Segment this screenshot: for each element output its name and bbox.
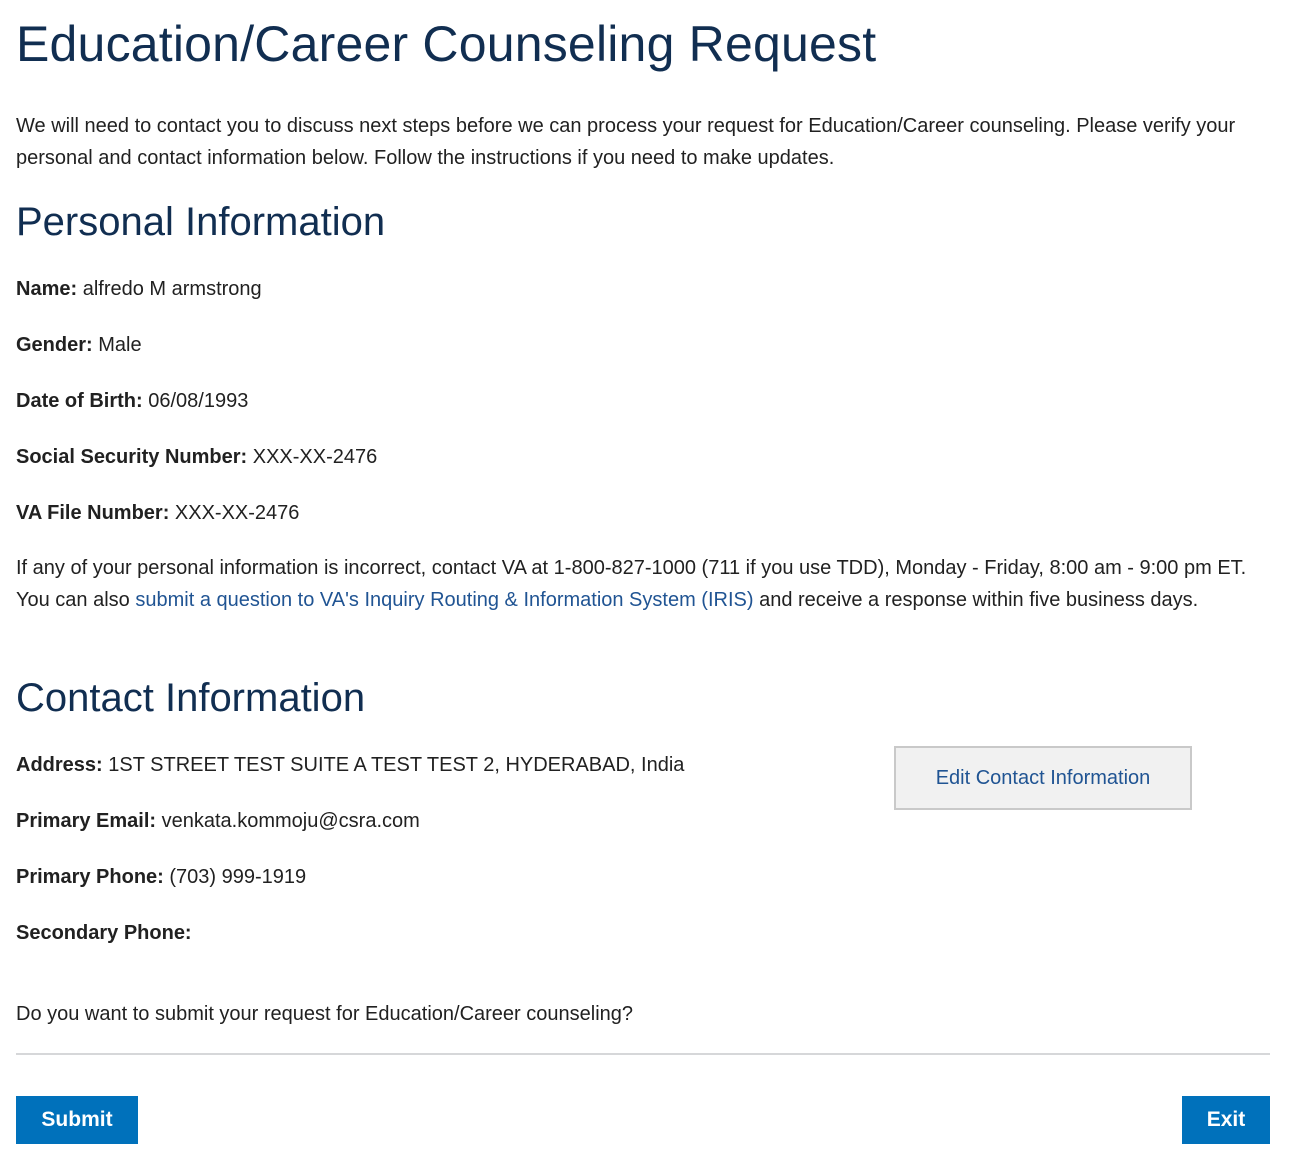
date-of-birth-field: Date of Birth: 06/08/1993 — [16, 387, 248, 415]
ssn-field: Social Security Number: XXX-XX-2476 — [16, 443, 377, 471]
contact-information-heading: Contact Information — [16, 676, 366, 720]
submit-question-text: Do you want to submit your request for E… — [16, 1003, 634, 1025]
intro-text: We will need to contact you to discuss n… — [16, 115, 1236, 169]
ssn-label: Social Security Number: — [16, 446, 248, 468]
secondary-phone-field: Secondary Phone: — [16, 919, 192, 947]
gender-field: Gender: Male — [16, 331, 142, 359]
personal-info-correction-notice: If any of your personal information is i… — [16, 552, 1276, 616]
primary-phone-field: Primary Phone: (703) 999-1919 — [16, 863, 306, 891]
primary-email-value: venkata.kommoju@csra.com — [156, 810, 420, 832]
notice-text-after-link: and receive a response within five busin… — [753, 589, 1199, 611]
counseling-request-page: Education/Career Counseling Request We w… — [0, 0, 1306, 1162]
divider — [16, 1053, 1270, 1055]
name-label: Name: — [16, 278, 78, 300]
address-label: Address: — [16, 754, 103, 776]
gender-value: Male — [92, 334, 142, 356]
va-file-number-field: VA File Number: XXX-XX-2476 — [16, 499, 299, 527]
date-of-birth-label: Date of Birth: — [16, 390, 143, 412]
name-field: Name: alfredo M armstrong — [16, 275, 262, 303]
exit-button[interactable]: Exit — [1182, 1096, 1270, 1144]
edit-contact-information-button[interactable]: Edit Contact Information — [894, 746, 1192, 810]
submit-button[interactable]: Submit — [16, 1096, 138, 1144]
gender-label: Gender: — [16, 334, 93, 356]
primary-phone-label: Primary Phone: — [16, 866, 164, 888]
address-value: 1ST STREET TEST SUITE A TEST TEST 2, HYD… — [102, 754, 685, 776]
date-of-birth-value: 06/08/1993 — [142, 390, 249, 412]
va-file-number-label: VA File Number: — [16, 502, 170, 524]
secondary-phone-label: Secondary Phone: — [16, 922, 192, 944]
address-field: Address: 1ST STREET TEST SUITE A TEST TE… — [16, 751, 684, 779]
personal-information-heading: Personal Information — [16, 200, 386, 244]
primary-email-field: Primary Email: venkata.kommoju@csra.com — [16, 807, 420, 835]
va-file-number-value: XXX-XX-2476 — [169, 502, 300, 524]
iris-inquiry-link[interactable]: submit a question to VA's Inquiry Routin… — [135, 589, 753, 611]
page-title: Education/Career Counseling Request — [16, 16, 877, 72]
primary-phone-value: (703) 999-1919 — [163, 866, 307, 888]
name-value: alfredo M armstrong — [77, 278, 262, 300]
primary-email-label: Primary Email: — [16, 810, 157, 832]
ssn-value: XXX-XX-2476 — [247, 446, 378, 468]
